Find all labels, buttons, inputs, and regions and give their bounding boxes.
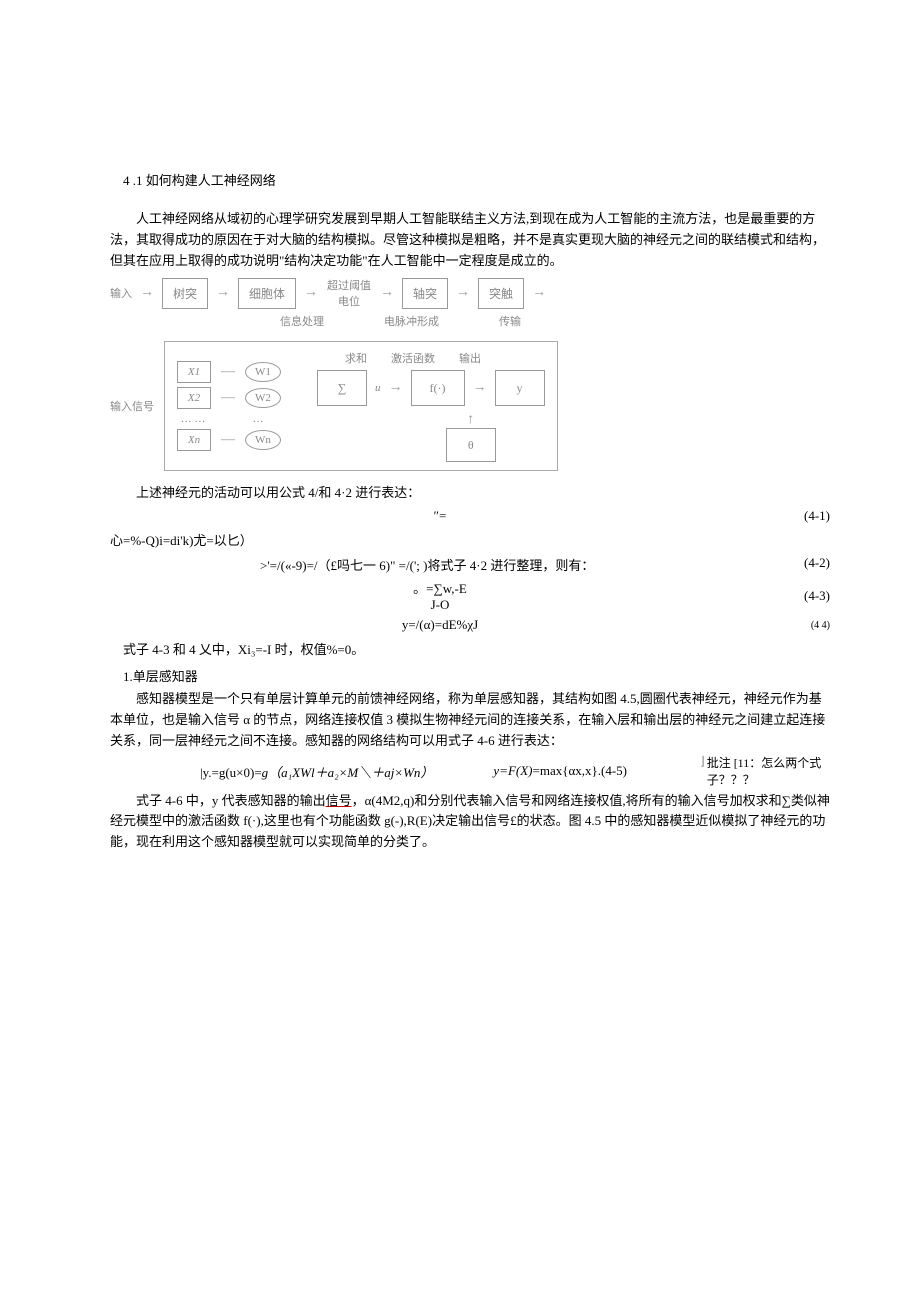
dots-label: … … [177, 413, 209, 425]
eq-line3: >'=/(«-9)=/（£吗七一 6)" =/('; )将式子 4·2 进行整理… [110, 555, 770, 574]
neuron-flow-diagram: 输入 → 树突 → 细胞体 → 超过阈值电位 → 轴突 → 突触 → 信息处理 … [110, 277, 830, 329]
para3a: 式子 4-6 中，y 代表感知器的输出 [136, 793, 326, 808]
eq-u: ″= [110, 508, 770, 524]
synapse-box: 突触 [478, 278, 524, 309]
eq-num-4-2: (4-2) [770, 555, 830, 571]
arrow-icon: → [380, 285, 394, 301]
y-box: y [495, 370, 545, 406]
act-header: 激活函数 [391, 350, 435, 366]
info-proc-label: 信息处理 [280, 313, 324, 329]
f-box: f(·) [411, 370, 465, 406]
x1-box: X1 [177, 361, 211, 383]
xn-box: Xn [177, 429, 211, 451]
input-signal-label: 输入信号 [110, 398, 154, 414]
underlined-word: 信号 [326, 793, 352, 808]
threshold-label: 超过阈值电位 [326, 277, 372, 309]
eq-note: 式子 4-3 和 4 乂中，Xi₃=-I 时，权值%=0。 [110, 639, 830, 658]
arrow-icon: → [532, 285, 546, 301]
arrow-icon: → [473, 380, 487, 396]
perceptron-para: 感知器模型是一个只有单层计算单元的前馈神经网络，称为单层感知器，其结构如图 4.… [110, 689, 830, 751]
section-title: 4 .1 如何构建人工神经网络 [110, 170, 830, 189]
theta-box: θ [446, 428, 496, 462]
comment-annotation: ⌋ 批注 [11：怎么两个式子？？？ [700, 754, 830, 788]
arrow-icon: → [456, 285, 470, 301]
out-header: 输出 [459, 350, 481, 366]
formula-4-5-right: y=F(X)=max{αx,x}.(4-5) [493, 763, 627, 779]
arrow-icon: → [216, 285, 230, 301]
bracket-icon: ⌋ [700, 754, 705, 788]
x2-box: X2 [177, 387, 211, 409]
activity-line: 上述神经元的活动可以用公式 4/和 4·2 进行表达： [110, 483, 830, 504]
artificial-neuron-diagram: 输入信号 X1 — W1 X2 — W2 … … [110, 341, 830, 471]
subhead-perceptron: 1.单层感知器 [110, 666, 830, 685]
input-label: 输入 [110, 285, 132, 301]
up-arrow-icon: ↑ [467, 412, 474, 428]
arrow-icon: → [304, 285, 318, 301]
axon-box: 轴突 [402, 278, 448, 309]
eq-4-3b: J-O [110, 597, 770, 613]
cellbody-box: 细胞体 [238, 278, 296, 309]
arrow-icon: → [389, 380, 403, 396]
eq-num-4-3: (4-3) [770, 588, 830, 604]
comment-text: 批注 [11：怎么两个式子？？？ [707, 754, 830, 788]
eq-line2: 心=%-Q)i=di'k)尤=以匕） [110, 530, 830, 549]
formula-4-5-row: |y.=g(u×0)=g（a₁XWl＋a₂×M＼＋aj×Wn） y=F(X)=m… [110, 762, 830, 781]
arrow-icon: — [221, 390, 235, 406]
formula-4-5-mid: g（a₁XWl＋a₂×M＼＋aj×Wn） [262, 765, 434, 780]
eq-num-4-4: (4 4) [770, 620, 830, 631]
formula-4-5-left: |y.=g(u×0)= [200, 765, 262, 780]
eq-num-4-1: (4-1) [770, 508, 830, 524]
w1-oval: W1 [245, 362, 281, 382]
sum-header: 求和 [345, 350, 367, 366]
u-label: u [375, 382, 381, 394]
pulse-form-label: 电脉冲形成 [384, 313, 439, 329]
wn-oval: Wn [245, 430, 281, 450]
eq-4-3a: 。=∑w,-E [110, 578, 770, 597]
dendrite-box: 树突 [162, 278, 208, 309]
arrow-icon: — [221, 364, 235, 380]
arrow-icon: → [140, 285, 154, 301]
eq-4-4: y=/(α)=dE%χJ [110, 617, 770, 633]
arrow-icon: — [221, 432, 235, 448]
transmit-label: 传输 [499, 313, 521, 329]
sigma-box: ∑ [317, 370, 367, 406]
w2-oval: W2 [245, 388, 281, 408]
intro-paragraph: 人工神经网络从域初的心理学研究发展到早期人工智能联结主义方法,到现在成为人工智能… [110, 209, 830, 271]
explain-para: 式子 4-6 中，y 代表感知器的输出信号，α(4M2,q)和分别代表输入信号和… [110, 791, 830, 853]
